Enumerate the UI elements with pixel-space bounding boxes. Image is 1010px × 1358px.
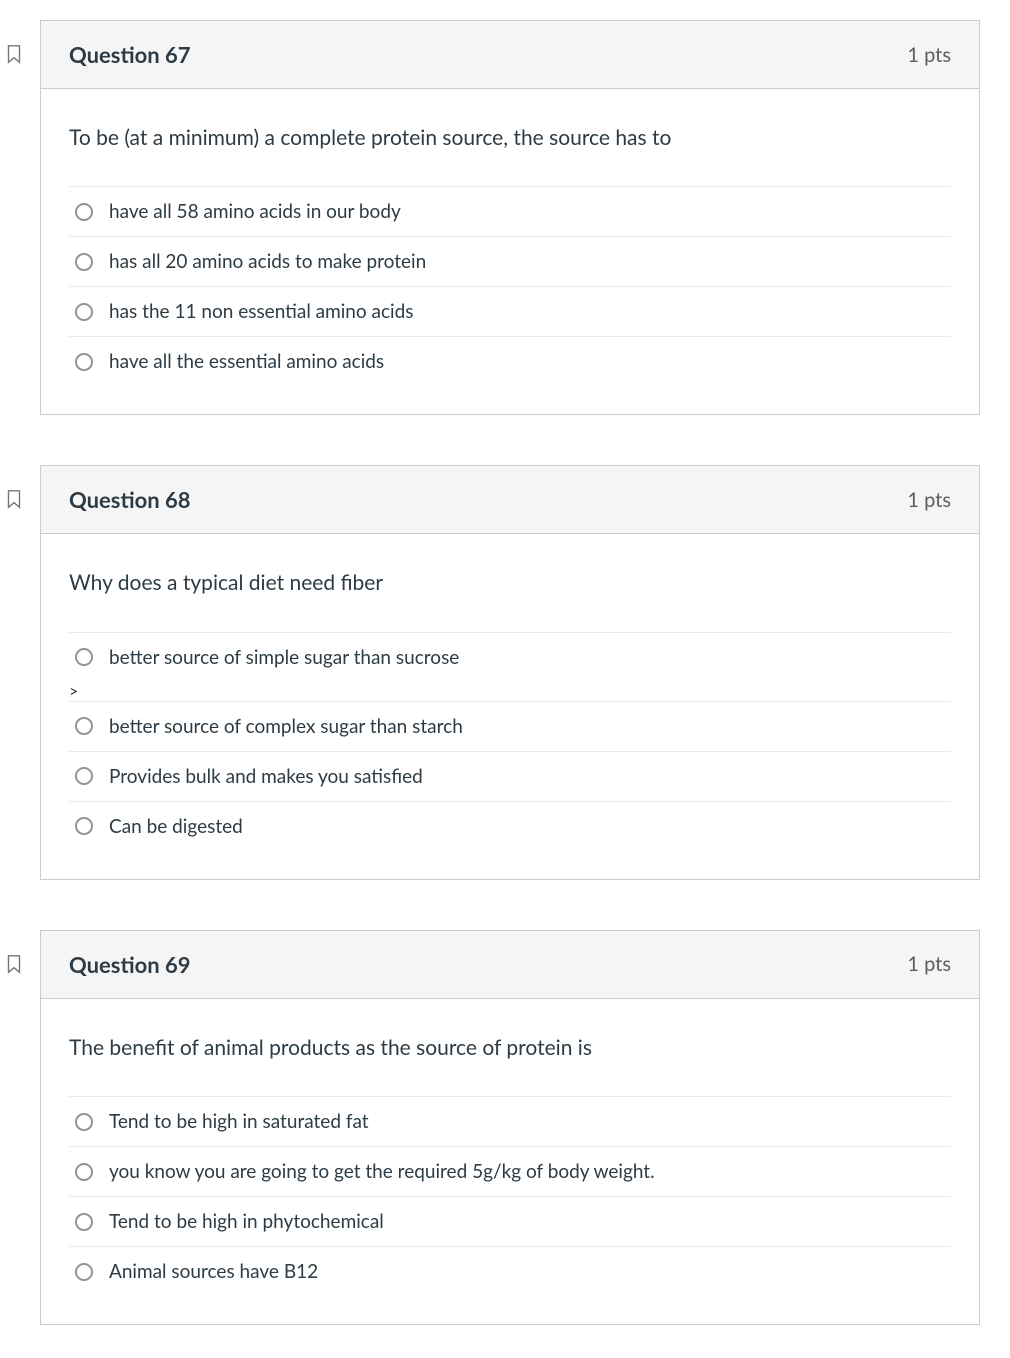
bookmark-icon — [3, 488, 25, 510]
question-prompt: Why does a typical diet need fiber — [69, 568, 951, 597]
answer-option[interactable]: have all 58 amino acids in our body — [69, 186, 951, 236]
answer-option[interactable]: has all 20 amino acids to make protein — [69, 236, 951, 286]
answer-option[interactable]: better source of simple sugar than sucro… — [69, 632, 951, 682]
answer-radio[interactable] — [75, 817, 93, 835]
question-title: Question 67 — [69, 41, 191, 68]
bookmark-button[interactable] — [3, 953, 25, 979]
answer-radio[interactable] — [75, 648, 93, 666]
answer-radio[interactable] — [75, 1213, 93, 1231]
answer-option[interactable]: have all the essential amino acids — [69, 336, 951, 386]
answer-radio[interactable] — [75, 767, 93, 785]
answer-text: you know you are going to get the requir… — [109, 1160, 655, 1183]
answer-radio[interactable] — [75, 203, 93, 221]
answer-radio[interactable] — [75, 717, 93, 735]
answer-radio[interactable] — [75, 1163, 93, 1181]
answer-text: have all the essential amino acids — [109, 350, 384, 373]
answer-option[interactable]: has the 11 non essential amino acids — [69, 286, 951, 336]
bookmark-icon — [3, 43, 25, 65]
answer-text: Animal sources have B12 — [109, 1260, 318, 1283]
question-points: 1 pts — [907, 488, 951, 512]
question-points: 1 pts — [907, 952, 951, 976]
answer-option[interactable]: you know you are going to get the requir… — [69, 1146, 951, 1196]
answer-text: Can be digested — [109, 815, 243, 838]
question-points: 1 pts — [907, 43, 951, 67]
answer-text: Tend to be high in phytochemical — [109, 1210, 384, 1233]
answer-option[interactable]: Provides bulk and makes you satisfied — [69, 751, 951, 801]
question-prompt: To be (at a minimum) a complete protein … — [69, 123, 951, 152]
question-header: Question 68 1 pts — [41, 466, 979, 534]
answer-option[interactable]: Can be digested — [69, 801, 951, 851]
question-body: The benefit of animal products as the so… — [41, 999, 979, 1324]
bookmark-button[interactable] — [3, 488, 25, 514]
answer-text: has the 11 non essential amino acids — [109, 300, 414, 323]
quiz-container: Question 67 1 pts To be (at a minimum) a… — [0, 0, 1010, 1345]
answer-radio[interactable] — [75, 303, 93, 321]
question-title: Question 68 — [69, 486, 191, 513]
answer-text: better source of simple sugar than sucro… — [109, 646, 459, 669]
question-body: Why does a typical diet need fiber bette… — [41, 534, 979, 878]
answer-option[interactable]: better source of complex sugar than star… — [69, 701, 951, 751]
answer-radio[interactable] — [75, 353, 93, 371]
answer-radio[interactable] — [75, 253, 93, 271]
answer-option[interactable]: Animal sources have B12 — [69, 1246, 951, 1296]
answer-text: Tend to be high in saturated fat — [109, 1110, 369, 1133]
answer-option[interactable]: Tend to be high in phytochemical — [69, 1196, 951, 1246]
bookmark-icon — [3, 953, 25, 975]
question-card: Question 69 1 pts The benefit of animal … — [40, 930, 980, 1325]
answer-text: Provides bulk and makes you satisfied — [109, 765, 423, 788]
answer-text: have all 58 amino acids in our body — [109, 200, 401, 223]
bookmark-button[interactable] — [3, 43, 25, 69]
question-card: Question 68 1 pts Why does a typical die… — [40, 465, 980, 879]
answer-radio[interactable] — [75, 1263, 93, 1281]
answer-text: better source of complex sugar than star… — [109, 715, 463, 738]
question-body: To be (at a minimum) a complete protein … — [41, 89, 979, 414]
answer-option[interactable]: Tend to be high in saturated fat — [69, 1096, 951, 1146]
question-prompt: The benefit of animal products as the so… — [69, 1033, 951, 1062]
question-title: Question 69 — [69, 951, 191, 978]
answer-text: has all 20 amino acids to make protein — [109, 250, 426, 273]
question-card: Question 67 1 pts To be (at a minimum) a… — [40, 20, 980, 415]
question-header: Question 67 1 pts — [41, 21, 979, 89]
answer-radio[interactable] — [75, 1113, 93, 1131]
question-header: Question 69 1 pts — [41, 931, 979, 999]
